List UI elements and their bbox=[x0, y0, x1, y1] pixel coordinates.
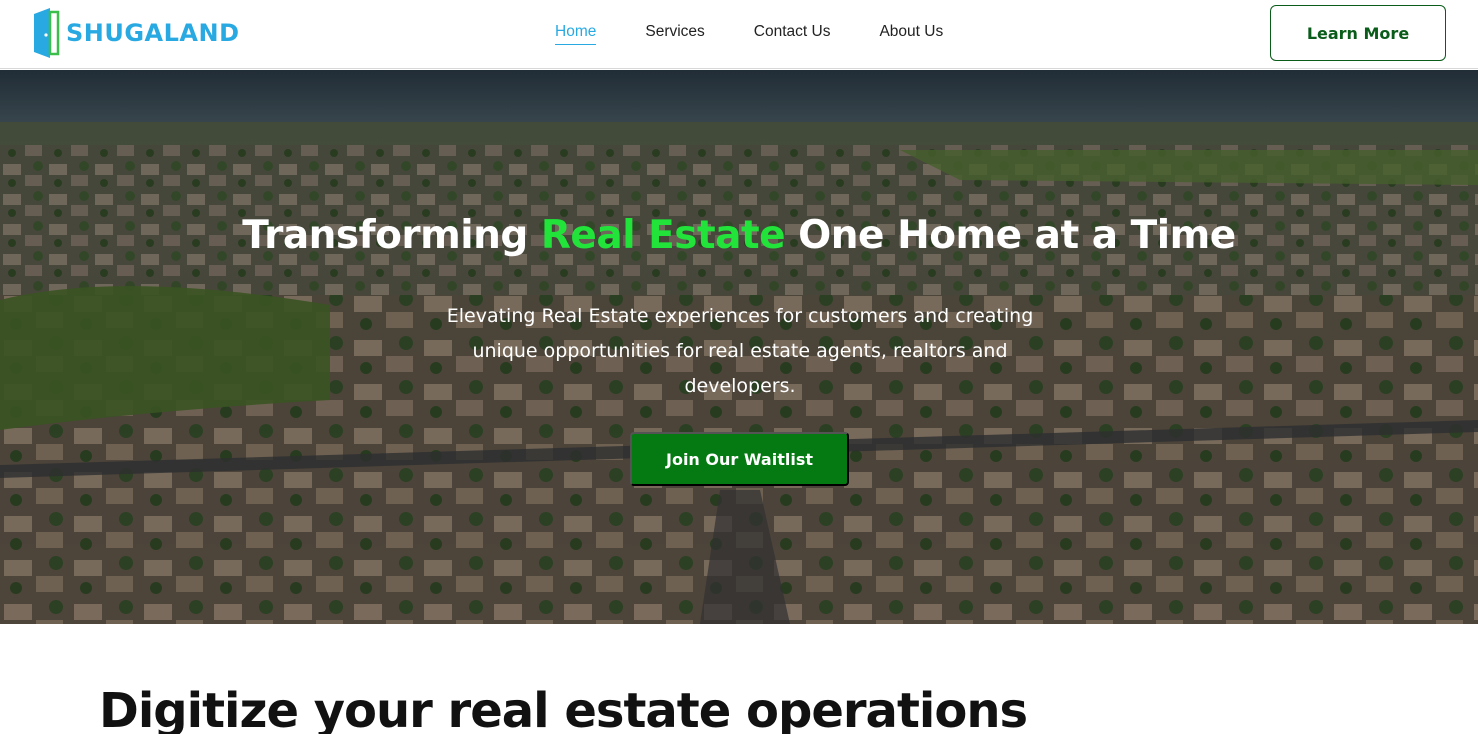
hero-title-start: Transforming bbox=[242, 213, 541, 258]
brand-name: SHUGALAND bbox=[66, 19, 240, 47]
door-icon bbox=[34, 8, 60, 58]
navbar: SHUGALAND Home Services Contact Us About… bbox=[0, 0, 1478, 69]
hero-subtitle: Elevating Real Estate experiences for cu… bbox=[446, 305, 1034, 397]
nav-link-about-us[interactable]: About Us bbox=[879, 22, 943, 45]
hero-title: Transforming Real Estate One Home at a T… bbox=[0, 213, 1478, 258]
hero-section: Transforming Real Estate One Home at a T… bbox=[0, 70, 1478, 624]
brand-logo[interactable]: SHUGALAND bbox=[32, 8, 240, 58]
nav-link-home[interactable]: Home bbox=[555, 22, 597, 45]
nav-link-contact-us[interactable]: Contact Us bbox=[754, 22, 831, 45]
main-nav: Home Services Contact Us About Us bbox=[555, 22, 992, 45]
hero-title-accent: Real Estate bbox=[540, 213, 786, 258]
learn-more-button[interactable]: Learn More bbox=[1270, 5, 1446, 61]
hero-title-end: One Home at a Time bbox=[785, 213, 1236, 258]
nav-link-services[interactable]: Services bbox=[645, 22, 704, 45]
section-heading: Digitize your real estate operations bbox=[99, 683, 1028, 734]
join-waitlist-button[interactable]: Join Our Waitlist bbox=[630, 432, 849, 486]
